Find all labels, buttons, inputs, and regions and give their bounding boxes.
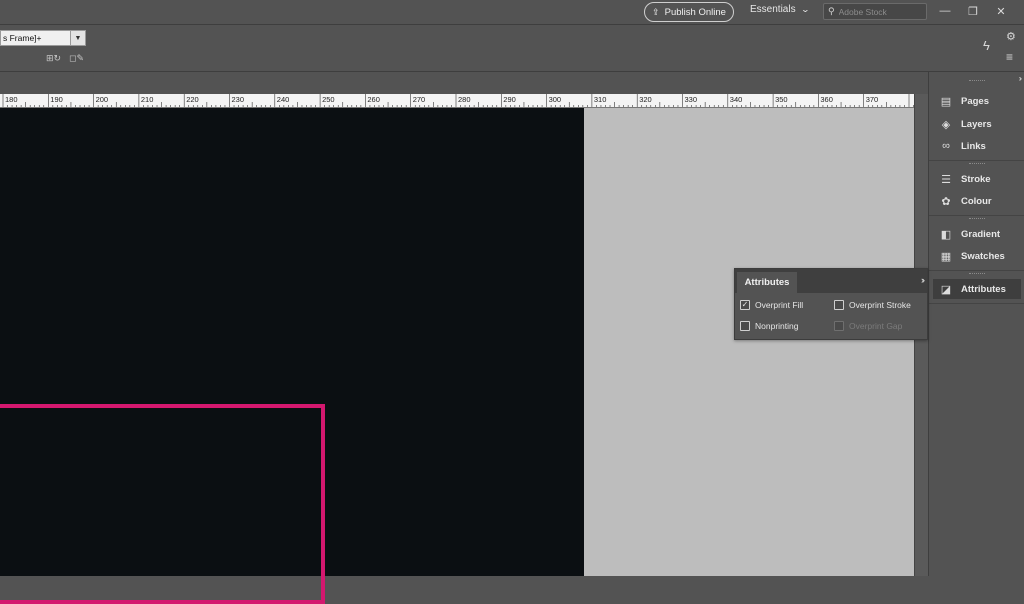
checkbox-icon[interactable] [740,321,750,331]
links-icon: ∞ [942,140,950,152]
dock-divider [929,303,1024,304]
option-label: Overprint Fill [755,300,804,310]
nonprinting-checkbox[interactable]: Nonprinting [740,321,798,331]
dock-divider [929,270,1024,271]
attributes-icon: ◪ [940,283,952,296]
publish-online-button[interactable]: ⇪ Publish Online [644,2,734,22]
ruler-label: 190 [50,95,63,104]
dock-item-label: Stroke [961,173,991,185]
ruler-label: 240 [276,95,290,104]
ruler-label: 350 [775,95,788,104]
stock-search-input[interactable] [838,6,919,17]
ruler-label: 260 [367,95,380,104]
checkbox-icon[interactable] [834,300,844,310]
adobe-stock-search[interactable]: ⚲ [823,3,927,20]
search-icon: ⚲ [828,6,835,16]
checkbox-checked-icon[interactable]: ✓ [740,300,750,310]
attributes-panel: Attributes ›› ✓ Overprint Fill Overprint… [734,268,928,340]
ruler-label: 310 [593,95,607,104]
lightning-icon[interactable]: ϟ [983,38,990,53]
ruler-label: 250 [322,95,335,104]
ruler-label: 230 [231,95,245,104]
dock-divider [929,215,1024,216]
dock-item-stroke[interactable]: ☰ Stroke [933,169,1021,189]
ruler-label: 370 [865,95,879,104]
colour-icon: ✿ [941,195,951,208]
option-label: Overprint Stroke [849,300,911,310]
dock-grip[interactable] [969,80,985,82]
option-label: Overprint Gap [849,321,903,331]
control-bar: s Frame]+ ▼ ⊞↻ ◻✎ ϟ ⚙ ≡ [0,26,1024,72]
ruler-label: 200 [95,95,109,104]
checkbox-icon [834,321,844,331]
gradient-icon: ◧ [940,228,952,241]
publish-online-label: Publish Online [664,6,726,18]
dock-item-colour[interactable]: ✿ Colour [933,191,1021,211]
ruler-label: 270 [412,95,426,104]
dock-grip[interactable] [969,273,985,275]
dock-grip[interactable] [969,218,985,220]
dock-item-attributes[interactable]: ◪ Attributes [933,279,1021,299]
overprint-fill-checkbox[interactable]: ✓ Overprint Fill [740,300,803,310]
object-style-dropdown[interactable]: s Frame]+ ▼ [0,30,86,46]
ruler-label: 210 [140,95,154,104]
menu-icon[interactable]: ≡ [1006,50,1013,64]
restore-icon[interactable]: ❐ [962,2,984,20]
dock-item-gradient[interactable]: ◧ Gradient [933,224,1021,244]
dock-item-label: Links [961,140,986,152]
gear-icon[interactable]: ⚙ [1006,30,1016,43]
chevron-down-icon[interactable]: ▼ [70,31,85,45]
workspace-label: Essentials [750,4,796,15]
dock-divider [929,160,1024,161]
panel-dock: ›› ▤ Pages ◈ Layers ∞ Links ☰ Stroke ✿ C… [928,72,1024,576]
magenta-frame[interactable] [0,404,325,604]
dock-item-label: Attributes [961,283,1006,295]
object-style-value: s Frame]+ [3,33,42,43]
ruler-label: 300 [548,95,562,104]
pages-icon: ▤ [940,95,952,108]
ruler-label: 320 [639,95,652,104]
minimize-icon[interactable]: — [934,2,956,20]
ruler-label: 180 [5,95,18,104]
overprint-stroke-checkbox[interactable]: Overprint Stroke [834,300,911,310]
collapse-panel-icon[interactable]: ›› [921,275,925,285]
dock-item-label: Swatches [961,250,1005,262]
horizontal-ruler[interactable]: 180 190 200 210 220 230 240 250 260 270 280 290 300 3… [0,94,914,108]
dock-item-layers[interactable]: ◈ Layers [933,114,1021,134]
ruler-label: 360 [820,95,833,104]
dock-item-swatches[interactable]: ▦ Swatches [933,246,1021,266]
dock-item-label: Layers [961,118,992,130]
close-icon[interactable]: ✕ [990,2,1012,20]
ruler-label: 330 [684,95,698,104]
stroke-icon: ☰ [941,173,951,186]
ruler-label: 280 [458,95,471,104]
dock-item-label: Colour [961,195,992,207]
ruler-label: 340 [729,95,743,104]
ruler-label: 290 [503,95,516,104]
layers-icon: ◈ [941,118,951,131]
application-bar: ⇪ Publish Online Essentials ⌄ ⚲ — ❐ ✕ [0,0,1024,25]
workspace-switcher[interactable]: Essentials ⌄ [750,4,810,15]
dock-grip[interactable] [969,163,985,165]
swatches-icon: ▦ [940,250,952,263]
dock-item-links[interactable]: ∞ Links [933,136,1021,156]
clear-overrides-icon[interactable]: ⊞↻ [46,53,61,64]
dock-item-label: Pages [961,95,989,107]
ruler-label: 220 [186,95,199,104]
upload-icon: ⇪ [652,6,660,17]
attributes-panel-header[interactable]: Attributes ›› [735,269,927,293]
dock-item-label: Gradient [961,228,1001,240]
frame-fitting-icon[interactable]: ◻✎ [69,53,84,64]
pasteboard[interactable] [0,108,914,604]
overprint-gap-checkbox: Overprint Gap [834,321,902,331]
option-label: Nonprinting [755,321,799,331]
collapse-dock-icon[interactable]: ›› [1019,74,1023,83]
dock-item-pages[interactable]: ▤ Pages [933,91,1021,111]
tab-attributes[interactable]: Attributes [737,272,797,293]
chevron-down-icon: ⌄ [800,5,810,14]
